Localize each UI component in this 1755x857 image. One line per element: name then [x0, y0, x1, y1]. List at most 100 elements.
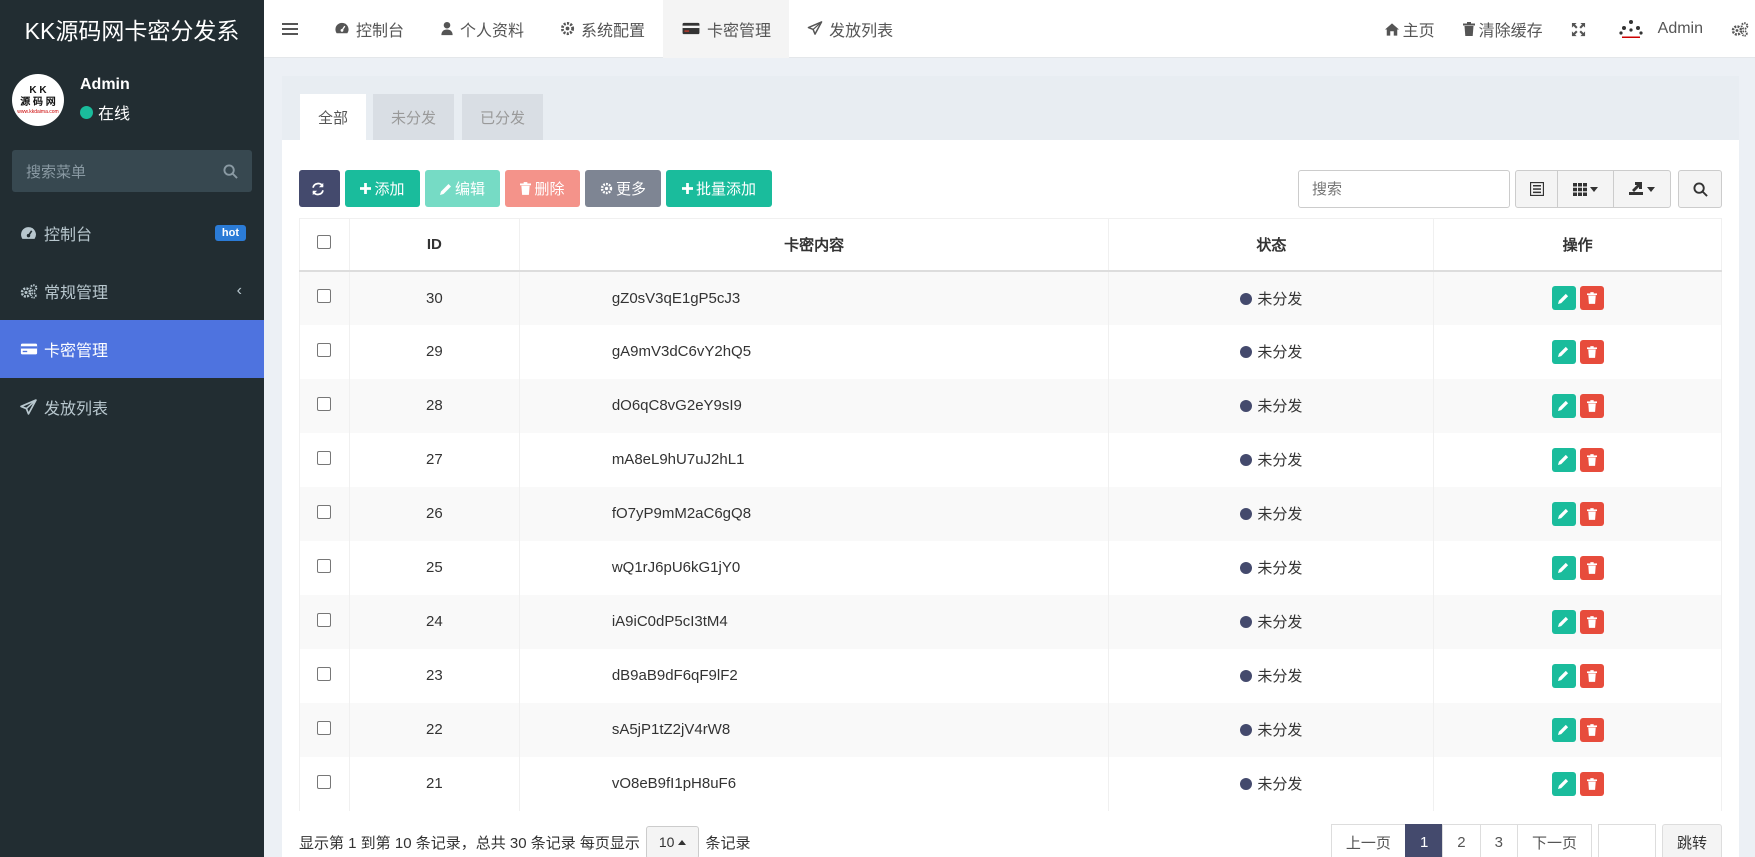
- row-delete-button[interactable]: [1579, 393, 1604, 418]
- row-id: 24: [348, 594, 520, 649]
- row-content: wQ1rJ6pU6kG1jY0: [518, 540, 1110, 595]
- menu-toggle-icon[interactable]: [264, 0, 316, 58]
- table-search-input[interactable]: [1298, 170, 1510, 208]
- admin-menu[interactable]: Admin: [1604, 0, 1717, 58]
- row-id: 30: [348, 270, 520, 325]
- row-id: 22: [348, 702, 520, 757]
- search-button[interactable]: [1678, 170, 1722, 208]
- row-ops-cell: [1433, 324, 1722, 379]
- row-checkbox[interactable]: [317, 342, 332, 357]
- row-status: 未分发: [1257, 722, 1303, 739]
- row-checkbox[interactable]: [317, 558, 332, 573]
- page-3-button[interactable]: 3: [1479, 824, 1518, 857]
- sidebar-item-label: 发放列表: [44, 401, 109, 418]
- row-delete-button[interactable]: [1579, 609, 1604, 634]
- caret-down-icon: [1647, 186, 1655, 192]
- add-button[interactable]: 添加: [345, 170, 420, 207]
- search-icon: [1692, 181, 1708, 197]
- trash-icon: [1586, 507, 1597, 520]
- row-delete-button[interactable]: [1579, 501, 1604, 526]
- export-dropdown-button[interactable]: [1614, 171, 1670, 207]
- brand-title[interactable]: KK源码网卡密分发系: [0, 0, 264, 58]
- row-delete-button[interactable]: [1579, 339, 1604, 364]
- table-row: 28 dO6qC8vG2eY9sI9 未分发: [299, 378, 1722, 433]
- row-id: 27: [348, 432, 520, 487]
- delete-button[interactable]: 删除: [505, 170, 580, 207]
- header-id[interactable]: ID: [348, 218, 520, 272]
- clear-cache-button[interactable]: 清除缓存: [1449, 0, 1557, 58]
- home-link[interactable]: 主页: [1371, 0, 1449, 58]
- row-content: iA9iC0dP5cI3tM4: [518, 594, 1110, 649]
- row-edit-button[interactable]: [1551, 555, 1576, 580]
- settings-cogs-icon[interactable]: [1717, 0, 1755, 58]
- sidebar-item-distribution[interactable]: 发放列表: [0, 378, 264, 436]
- page-1-button[interactable]: 1: [1404, 824, 1444, 857]
- row-edit-button[interactable]: [1551, 717, 1576, 742]
- card-icon: [682, 22, 700, 35]
- tab-all[interactable]: 全部: [300, 94, 367, 140]
- row-checkbox[interactable]: [317, 450, 332, 465]
- row-content: gA9mV3dC6vY2hQ5: [518, 324, 1110, 379]
- row-edit-button[interactable]: [1551, 393, 1576, 418]
- row-checkbox[interactable]: [317, 720, 332, 735]
- row-edit-button[interactable]: [1551, 447, 1576, 472]
- row-delete-button[interactable]: [1579, 717, 1604, 742]
- row-checkbox[interactable]: [317, 396, 332, 411]
- jump-button[interactable]: 跳转: [1661, 824, 1722, 857]
- row-checkbox[interactable]: [317, 612, 332, 627]
- row-edit-button[interactable]: [1551, 501, 1576, 526]
- row-checkbox[interactable]: [317, 666, 332, 681]
- row-edit-button[interactable]: [1551, 663, 1576, 688]
- content-panel: 全部 未分发 已分发 添加 编辑 删除 更多 批量添加 搜索 ID 卡密内容 状…: [282, 76, 1739, 857]
- tab-system-config[interactable]: 系统配置: [542, 0, 663, 58]
- page-size-dropdown[interactable]: 10: [645, 825, 700, 857]
- sidebar-item-dashboard[interactable]: 控制台 hot: [0, 204, 264, 262]
- row-delete-button[interactable]: [1579, 771, 1604, 796]
- columns-dropdown-button[interactable]: [1558, 171, 1614, 207]
- row-status-cell: 未分发: [1108, 378, 1435, 433]
- edit-button[interactable]: 编辑: [425, 170, 500, 207]
- tab-dashboard[interactable]: 控制台: [316, 0, 422, 58]
- row-id: 26: [348, 486, 520, 541]
- page-2-button[interactable]: 2: [1442, 824, 1481, 857]
- prev-page-button[interactable]: 上一页: [1330, 824, 1406, 857]
- more-button[interactable]: 更多: [585, 170, 661, 207]
- user-icon: [441, 21, 453, 36]
- status-dot-icon: [1240, 508, 1253, 520]
- row-edit-button[interactable]: [1551, 771, 1576, 796]
- row-checkbox[interactable]: [317, 774, 332, 789]
- toggle-view-button[interactable]: [1516, 171, 1558, 207]
- jump-page-input[interactable]: [1597, 824, 1656, 857]
- refresh-button[interactable]: [299, 170, 340, 207]
- sidebar-item-card-management[interactable]: 卡密管理: [0, 320, 264, 378]
- select-all-checkbox[interactable]: [317, 235, 332, 250]
- row-delete-button[interactable]: [1579, 286, 1604, 310]
- row-ops-cell: [1433, 432, 1722, 487]
- fullscreen-icon[interactable]: [1557, 0, 1604, 58]
- tab-label: 发放列表: [829, 22, 894, 40]
- tab-undistributed[interactable]: 未分发: [373, 94, 455, 140]
- row-edit-button[interactable]: [1551, 609, 1576, 634]
- next-page-button[interactable]: 下一页: [1516, 824, 1592, 857]
- cogs-icon: [20, 282, 38, 300]
- batch-add-button[interactable]: 批量添加: [666, 170, 772, 207]
- sidebar-item-general[interactable]: 常规管理 ‹: [0, 262, 264, 320]
- row-checkbox[interactable]: [317, 504, 332, 519]
- sidebar-search-input[interactable]: 搜索菜单: [12, 150, 252, 192]
- row-delete-button[interactable]: [1579, 663, 1604, 688]
- tab-profile[interactable]: 个人资料: [422, 0, 542, 58]
- user-status: 在线: [80, 100, 130, 124]
- row-edit-button[interactable]: [1551, 339, 1576, 364]
- tab-distributed[interactable]: 已分发: [462, 94, 544, 140]
- status-dot-icon: [1240, 778, 1253, 790]
- pencil-icon: [1558, 562, 1569, 573]
- row-checkbox[interactable]: [317, 289, 332, 303]
- tab-distribution[interactable]: 发放列表: [789, 0, 911, 58]
- paper-plane-icon: [807, 21, 823, 35]
- row-delete-button[interactable]: [1579, 447, 1604, 472]
- row-edit-button[interactable]: [1551, 286, 1576, 310]
- tab-card-management[interactable]: 卡密管理: [663, 0, 790, 58]
- row-delete-button[interactable]: [1579, 555, 1604, 580]
- table-row: 23 dB9aB9dF6qF9lF2 未分发: [299, 648, 1722, 703]
- page-size-value: 10: [658, 834, 675, 850]
